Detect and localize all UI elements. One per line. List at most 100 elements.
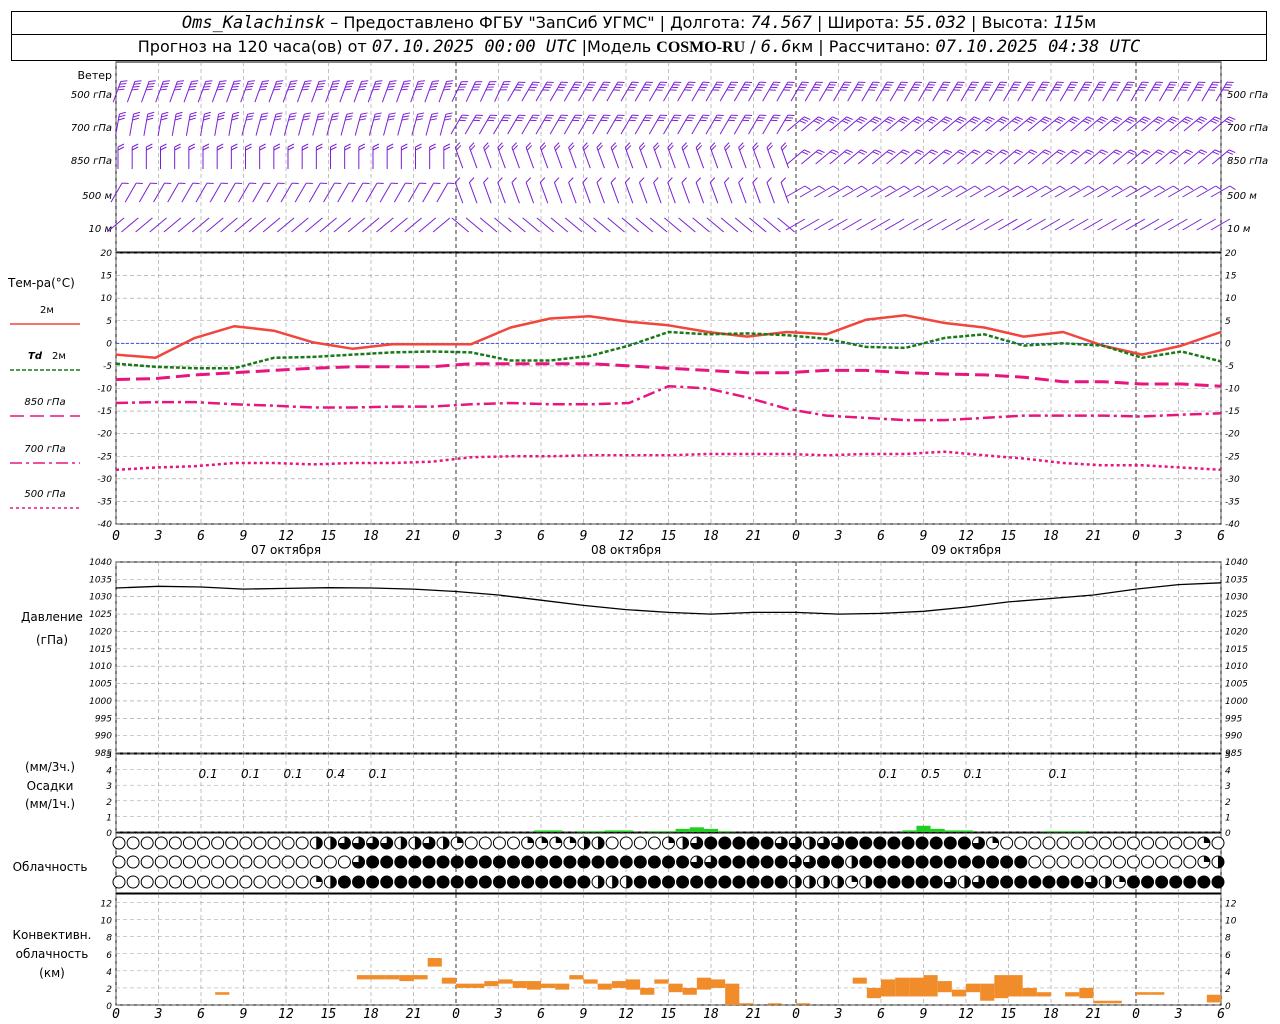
x-tick-label: 9 (580, 1007, 588, 1022)
wind-barb-flag (475, 81, 483, 83)
wind-barb-staff (692, 217, 710, 233)
wind-barb-flag (447, 182, 455, 184)
wind-barb-flag (446, 80, 454, 82)
y-tick-label: 1035 (89, 575, 112, 585)
wind-barb (900, 116, 924, 132)
wind-barb-flag (1156, 81, 1163, 83)
wind-barb-flag (960, 185, 967, 191)
wind-barb-flag (289, 112, 297, 115)
wind-barb-flag (646, 114, 653, 116)
wind-barb-flag (511, 177, 517, 183)
wind-barb-flag (188, 143, 196, 148)
wind-barb-flag (610, 177, 617, 183)
cloud-cover-circle (239, 875, 253, 889)
cloud-cover-fill (451, 876, 464, 888)
wind-barb-flag (483, 177, 489, 183)
wind-barb-flag (344, 143, 351, 148)
wind-barb-flag (304, 80, 312, 82)
wind-barb-staff (436, 182, 449, 203)
cloud-cover-fill (592, 856, 605, 868)
cloud-cover-circle (126, 855, 140, 869)
wind-barb (985, 149, 1009, 165)
cloud-cover-circle (211, 855, 225, 869)
x-tick-label: 0 (452, 1007, 460, 1022)
wind-level-label-right: 10 м (1227, 224, 1251, 235)
y-tick-label-right: 995 (1225, 714, 1242, 724)
conv-cloud-bar (371, 975, 386, 980)
wind-barb-flag (374, 112, 382, 115)
cloud-cover-fill (598, 837, 605, 849)
wind-barb-flag (1212, 81, 1220, 83)
wind-barb (169, 80, 185, 103)
cloud-cover-circle (647, 836, 661, 850)
wind-barb-flag (1028, 81, 1036, 83)
wind-barb-staff (511, 147, 520, 169)
wind-barb-flag (1045, 185, 1052, 191)
precip-title: Осадки (27, 779, 74, 793)
x-tick-label: 6 (197, 1007, 205, 1022)
cloud-cover-circle (1141, 855, 1155, 869)
wind-barb-flag (443, 143, 451, 148)
wind-barb (1169, 116, 1193, 132)
cloud-cover-fill (507, 876, 520, 888)
wind-barb (497, 142, 506, 169)
wind-barb-flag (177, 80, 185, 82)
wind-barb-flag (330, 143, 337, 148)
wind-barb-staff (763, 217, 781, 233)
cloud-cover-circle (267, 855, 281, 869)
wind-barb (344, 143, 351, 169)
x-tick-label: 3 (154, 529, 163, 544)
wind-barb-staff (390, 217, 408, 233)
precip-bar (533, 830, 549, 832)
conv-tick-label-right: 2 (1225, 985, 1231, 995)
cloud-cover-fill (380, 876, 393, 888)
wind-barb-flag (216, 146, 224, 151)
cloud-cover-fill (1203, 837, 1210, 843)
wind-barb-flag (787, 81, 795, 83)
wind-barb-staff (383, 114, 390, 136)
wind-barb (438, 80, 454, 103)
wind-barb-flag (231, 143, 238, 148)
wind-barb (273, 143, 281, 169)
wind-barb (451, 217, 470, 233)
conv-tick-label: 6 (106, 951, 112, 961)
wind-barb-flag (461, 114, 469, 116)
wind-barb (397, 112, 411, 136)
legend-label: 500 гПа (24, 489, 65, 500)
wind-barb (886, 149, 910, 165)
wind-barb-flag (674, 81, 682, 83)
wind-barb-flag (787, 114, 795, 116)
wind-barb-flag (219, 80, 227, 82)
conv-cloud-bar (980, 983, 995, 1001)
wind-barb-flag (389, 80, 397, 82)
wind-barb-flag (132, 117, 140, 121)
wind-barb-flag (759, 114, 767, 116)
wind-barb (390, 217, 408, 233)
cloud-cover-fill (851, 876, 858, 882)
wind-barb-flag (192, 182, 200, 184)
wind-barb (653, 142, 662, 169)
wind-barb-staff (282, 81, 292, 103)
wind-barb-flag (575, 81, 583, 83)
x-tick-label: 6 (537, 529, 545, 544)
conv-tick-label-right: 0 (1225, 1002, 1231, 1012)
wind-barb-staff (749, 217, 767, 233)
cloud-cover-fill (507, 856, 520, 868)
wind-barb (1141, 149, 1165, 165)
conv-cloud-bar (569, 975, 584, 980)
wind-barb (522, 217, 540, 233)
wind-barb-flag (249, 182, 257, 184)
x-tick-label: 0 (792, 529, 800, 544)
cloud-cover-fill (958, 856, 971, 868)
wind-barb-flag (146, 117, 154, 121)
cloud-cover-circle (253, 836, 267, 850)
legend-label: 2м (52, 351, 66, 362)
wind-barb-staff (252, 182, 265, 203)
conv-cloud-bar (1150, 992, 1165, 995)
wind-barb-flag (816, 81, 823, 83)
conv-cloud-bar (881, 979, 896, 997)
cloud-cover-circle (168, 836, 182, 850)
wind-barb-flag (532, 81, 540, 83)
wind-barb-flag (801, 81, 809, 83)
wind-barb-staff (494, 81, 505, 102)
